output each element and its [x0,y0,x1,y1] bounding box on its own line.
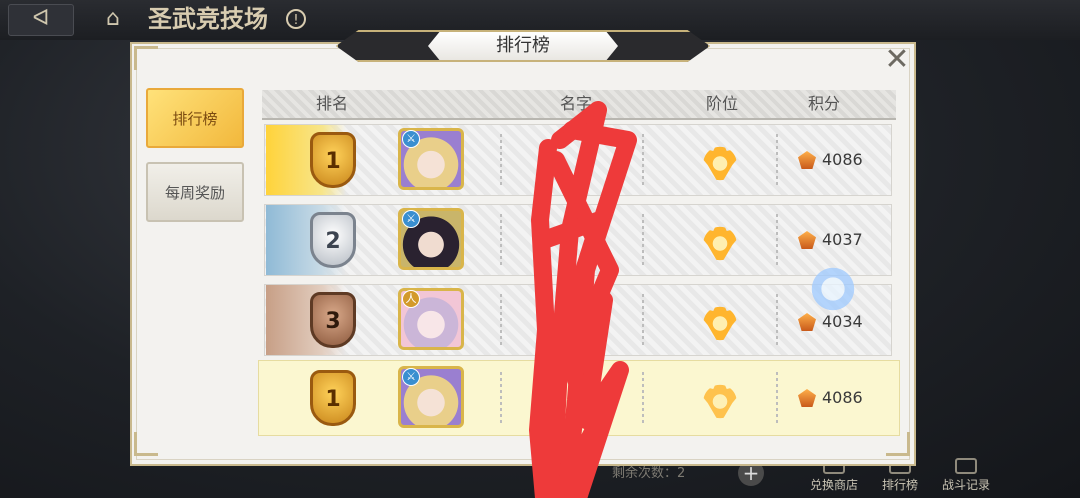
blue-class-icon: ⚔ [402,210,420,228]
header-tier: 阶位 [705,94,738,113]
corner-ornament-icon [134,46,158,70]
page-title: 圣武竞技场 [148,4,268,33]
header-score: 积分 [807,94,840,113]
column-divider [776,134,778,186]
back-button[interactable]: ᐊ [8,4,74,36]
info-icon[interactable]: ! [286,9,306,29]
home-icon: ⌂ [106,6,120,31]
column-divider [776,214,778,266]
home-button[interactable]: ⌂ [96,4,130,34]
book-icon [955,458,977,474]
column-divider [776,372,778,424]
header-rank: 排名 [315,94,348,113]
score-value: 4086 [822,388,863,407]
rank-badge-bronze-icon: 3 [310,292,356,348]
corner-ornament-icon [134,432,158,456]
battle-log-button[interactable]: 战斗记录 [936,456,996,496]
tab-weekly-rewards[interactable]: 每周奖励 [146,162,244,222]
close-button[interactable]: ✕ [882,45,912,76]
rank-badge-gold-icon: 1 [310,132,356,188]
blue-class-icon: ⚔ [402,130,420,148]
sparkle-effect-icon [806,262,860,316]
column-divider [776,294,778,346]
back-arrow-icon: ᐊ [32,6,50,31]
close-icon: ✕ [884,42,910,77]
tab-ranking[interactable]: 排行榜 [146,88,244,148]
rank-badge-silver-icon: 2 [310,212,356,268]
rank-badge-gold-icon: 1 [310,370,356,426]
score-value: 4086 [822,150,863,169]
gold-class-icon: 人 [402,290,420,308]
panel-title: 排行榜 [428,32,618,60]
score-value: 4037 [822,230,863,249]
red-scribble-redaction [529,101,637,498]
blue-class-icon: ⚔ [402,368,420,386]
